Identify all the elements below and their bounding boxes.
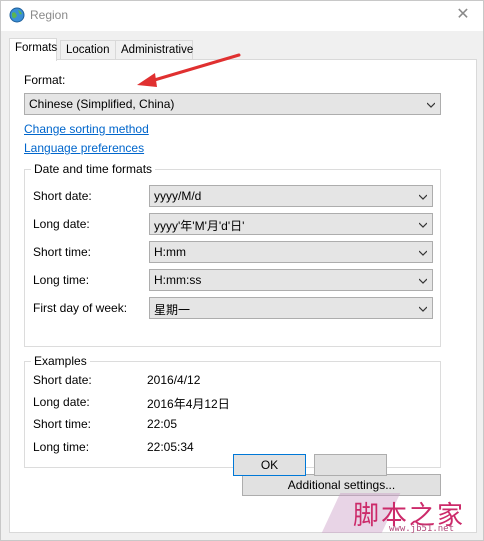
language-preferences-link[interactable]: Language preferences xyxy=(24,141,144,155)
examples-group: Examples Short date: 2016/4/12 Long date… xyxy=(24,354,441,468)
short-time-label: Short time: xyxy=(33,245,92,259)
window-title: Region xyxy=(30,8,69,22)
watermark: 脚本之家 www.jb51.net xyxy=(321,491,481,537)
example-long-time-label: Long time: xyxy=(33,440,90,454)
examples-title: Examples xyxy=(31,354,90,368)
long-time-dropdown[interactable]: H:mm:ss xyxy=(149,269,433,291)
example-long-date-label: Long date: xyxy=(33,395,90,409)
chevron-down-icon xyxy=(419,306,427,312)
first-day-of-week-label: First day of week: xyxy=(33,301,128,315)
ok-button[interactable]: OK xyxy=(233,454,306,476)
watermark-url: www.jb51.net xyxy=(389,524,455,534)
format-dropdown[interactable]: Chinese (Simplified, China) xyxy=(24,93,441,115)
long-time-value: H:mm:ss xyxy=(154,273,202,287)
globe-icon xyxy=(9,7,25,23)
chevron-down-icon xyxy=(419,278,427,284)
short-date-label: Short date: xyxy=(33,189,92,203)
tab-location[interactable]: Location xyxy=(60,40,116,60)
red-arrow-annotation xyxy=(137,53,241,87)
close-button[interactable]: ✕ xyxy=(449,4,477,26)
long-time-label: Long time: xyxy=(33,273,90,287)
example-short-time-label: Short time: xyxy=(33,417,92,431)
first-day-of-week-value: 星期一 xyxy=(154,303,191,317)
cancel-button[interactable] xyxy=(314,454,387,476)
long-date-value: yyyy'年'M'月'd'日' xyxy=(154,219,245,233)
example-long-time-value: 22:05:34 xyxy=(147,440,194,454)
example-short-date-label: Short date: xyxy=(33,373,92,387)
title-bar: Region ✕ xyxy=(1,1,483,31)
short-date-value: yyyy/M/d xyxy=(154,189,202,203)
short-time-dropdown[interactable]: H:mm xyxy=(149,241,433,263)
change-sorting-method-link[interactable]: Change sorting method xyxy=(24,122,149,136)
format-dropdown-value: Chinese (Simplified, China) xyxy=(29,97,175,111)
tab-formats[interactable]: Formats xyxy=(9,38,57,61)
first-day-of-week-dropdown[interactable]: 星期一 xyxy=(149,297,433,319)
chevron-down-icon xyxy=(419,194,427,200)
close-icon: ✕ xyxy=(456,6,470,23)
chevron-down-icon xyxy=(427,102,435,108)
format-label: Format: xyxy=(24,73,66,87)
example-short-time-value: 22:05 xyxy=(147,417,178,431)
short-date-dropdown[interactable]: yyyy/M/d xyxy=(149,185,433,207)
short-time-value: H:mm xyxy=(154,245,186,259)
chevron-down-icon xyxy=(419,222,427,228)
region-window: Region ✕ Formats Location Administrative… xyxy=(0,0,484,541)
long-date-label: Long date: xyxy=(33,217,90,231)
date-time-formats-title: Date and time formats xyxy=(31,162,156,176)
date-time-formats-group: Date and time formats Short date: yyyy/M… xyxy=(24,162,441,347)
example-short-date-value: 2016/4/12 xyxy=(147,373,201,387)
chevron-down-icon xyxy=(419,250,427,256)
long-date-dropdown[interactable]: yyyy'年'M'月'd'日' xyxy=(149,213,433,235)
example-long-date-value: 2016年4月12日 xyxy=(147,397,230,411)
